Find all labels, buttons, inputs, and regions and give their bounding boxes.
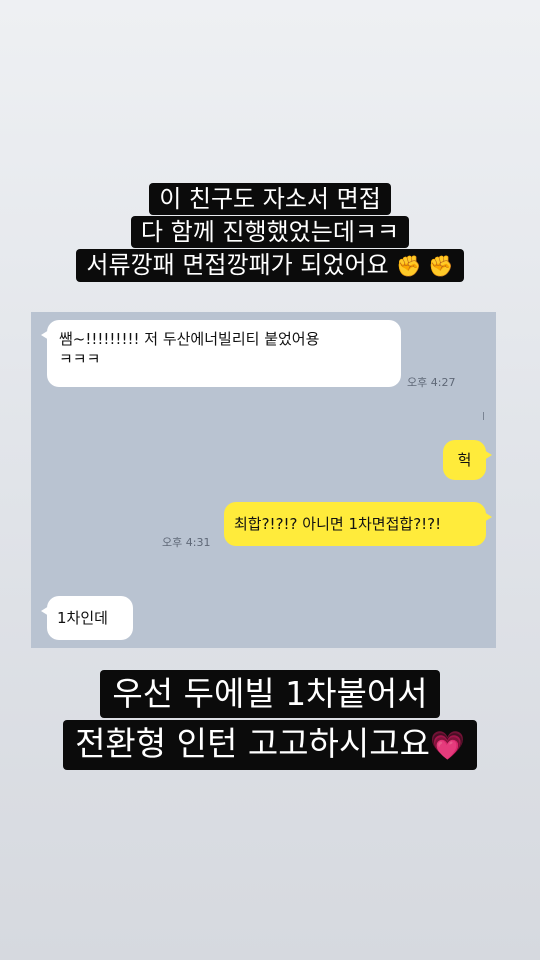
bottom-caption-line-1: 우선 두에빌 1차붙어서 <box>100 670 440 718</box>
heart-emoji-icon: 💗 <box>430 729 465 762</box>
message-text: 1차인데 <box>57 609 108 627</box>
received-message-bubble: 1차인데 <box>41 596 133 640</box>
message-text: 최합?!?!? 아니면 1차면접합?!?! <box>234 515 442 533</box>
fist-emoji-icon: ✊ ✊ <box>396 254 454 278</box>
message-timestamp: 오후 4:27 <box>407 376 456 389</box>
message-text: 헉 <box>457 451 472 469</box>
bottom-caption-line-2-text: 전환형 인턴 고고하시고요 <box>75 724 431 763</box>
received-message-bubble: 쌤~!!!!!!!!! 저 두산에너빌리티 붙었어용 ㅋㅋㅋ <box>41 320 401 387</box>
chat-screenshot: 쌤~!!!!!!!!! 저 두산에너빌리티 붙었어용 ㅋㅋㅋ 오후 4:27 헉… <box>31 312 496 648</box>
sent-message-bubble: 헉 <box>443 440 492 480</box>
message-text: 쌤~!!!!!!!!! 저 두산에너빌리티 붙었어용 ㅋㅋㅋ <box>59 330 320 368</box>
scroll-tick <box>483 412 484 420</box>
bottom-caption-line-2: 전환형 인턴 고고하시고요💗 <box>63 720 477 770</box>
bottom-caption: 우선 두에빌 1차붙어서 전환형 인턴 고고하시고요💗 <box>0 668 540 770</box>
top-caption-line-1: 이 친구도 자소서 면접 <box>149 183 391 215</box>
top-caption-line-3-text: 서류깡패 면접깡패가 되었어요 <box>86 251 389 279</box>
top-caption-line-2: 다 함께 진행했었는데ㅋㅋ <box>130 216 410 248</box>
top-caption-line-3: 서류깡패 면접깡패가 되었어요 ✊ ✊ <box>76 249 464 282</box>
top-caption: 이 친구도 자소서 면접 다 함께 진행했었는데ㅋㅋ 서류깡패 면접깡패가 되었… <box>0 182 540 282</box>
message-timestamp: 오후 4:31 <box>162 536 211 549</box>
sent-message-bubble: 최합?!?!? 아니면 1차면접합?!?! <box>224 502 492 546</box>
